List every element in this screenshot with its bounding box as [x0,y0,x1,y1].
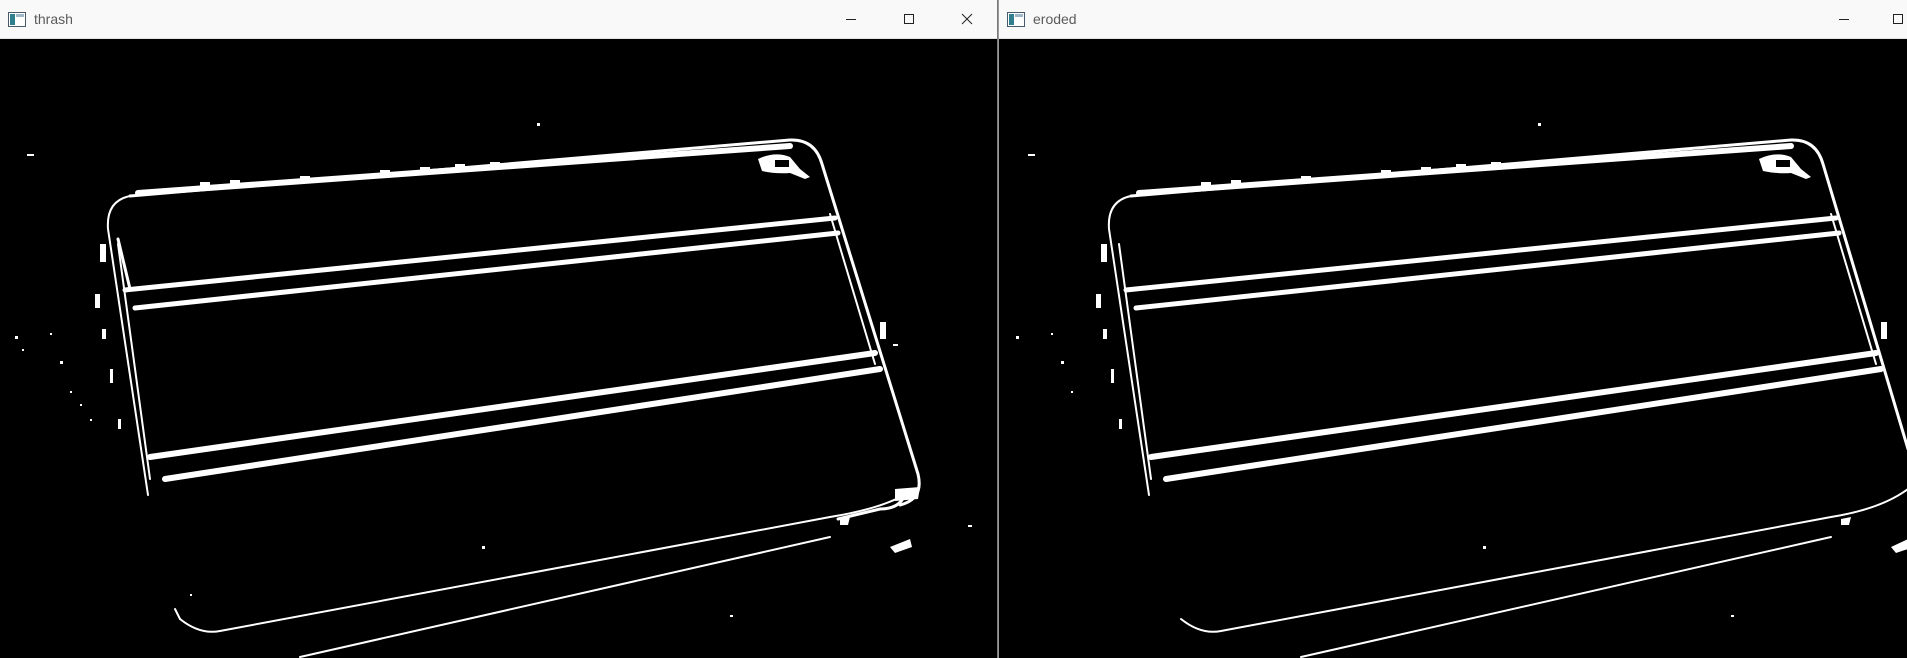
image-canvas-thrash [0,39,997,658]
titlebar-thrash[interactable]: thrash [0,0,997,39]
window-title: eroded [1033,11,1077,27]
minimize-icon [846,19,856,20]
close-icon [961,13,973,25]
close-button[interactable] [944,0,990,38]
maximize-button[interactable] [1875,0,1907,38]
eroded-edge-image [1016,123,1907,658]
minimize-icon [1839,19,1849,20]
image-canvas-eroded [999,39,1907,658]
app-window-icon [8,12,26,27]
maximize-icon [904,14,914,24]
minimize-button[interactable] [1821,0,1867,38]
window-eroded[interactable]: eroded [998,0,1907,658]
maximize-button[interactable] [886,0,932,38]
titlebar-eroded[interactable]: eroded [999,0,1907,39]
maximize-icon [1893,14,1903,24]
window-thrash[interactable]: thrash [0,0,998,658]
minimize-button[interactable] [828,0,874,38]
app-window-icon [1007,12,1025,27]
threshold-edge-image [15,123,972,658]
window-title: thrash [34,11,73,27]
